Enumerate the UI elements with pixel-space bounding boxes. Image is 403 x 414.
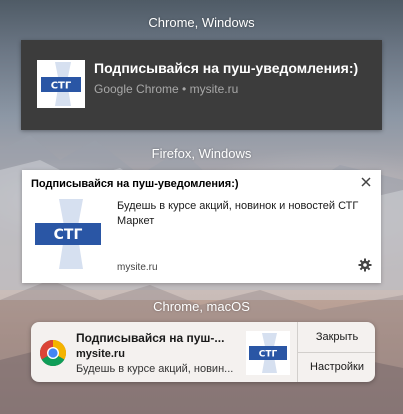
gear-icon[interactable]	[358, 258, 372, 272]
notification-title: Подписывайся на пуш-...	[76, 331, 225, 345]
stg-logo: СТГ	[33, 199, 103, 269]
chrome-windows-notification[interactable]: СТГ Подписывайся на пуш-уведомления:) Go…	[21, 40, 382, 130]
close-button[interactable]: Закрыть	[298, 322, 375, 353]
chrome-icon	[39, 340, 67, 367]
notification-actions: Закрыть Настройки	[297, 322, 375, 382]
chrome-macos-notification[interactable]: Подписывайся на пуш-... mysite.ru Будешь…	[31, 322, 375, 382]
close-icon[interactable]	[359, 175, 373, 189]
logo-text: СТГ	[259, 350, 278, 360]
notification-title: Подписывайся на пуш-уведомления:)	[94, 60, 359, 76]
notification-site: mysite.ru	[117, 262, 158, 273]
notification-body: Будешь в курсе акций, новин...	[76, 363, 234, 375]
notification-site: mysite.ru	[76, 348, 125, 360]
logo-text: СТГ	[51, 81, 72, 92]
notification-body: Будешь в курсе акций, новинок и новостей…	[117, 200, 359, 227]
stg-logo: СТГ	[37, 60, 85, 108]
notification-source: Google Chrome • mysite.ru	[94, 82, 239, 96]
caption-chrome-windows: Chrome, Windows	[148, 15, 255, 30]
notification-title: Подписывайся на пуш-уведомления:)	[31, 178, 239, 190]
stg-logo: СТГ	[246, 331, 290, 375]
caption-firefox-windows: Firefox, Windows	[151, 146, 252, 161]
settings-button[interactable]: Настройки	[298, 352, 375, 382]
logo-text: СТГ	[54, 227, 83, 243]
firefox-windows-notification[interactable]: Подписывайся на пуш-уведомления:) СТГ Бу…	[22, 170, 381, 283]
caption-chrome-macos: Chrome, macOS	[153, 299, 250, 314]
